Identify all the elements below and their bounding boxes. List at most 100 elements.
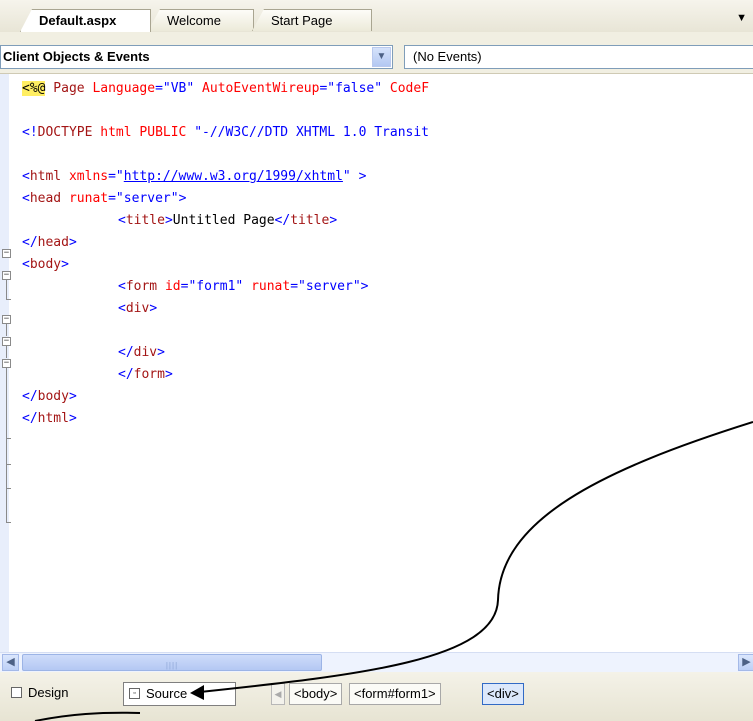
outline-tick: [6, 488, 11, 489]
scroll-right-icon[interactable]: ▶: [738, 654, 753, 671]
token: >: [149, 301, 158, 316]
xmlns-link[interactable]: http://www.w3.org/1999/xhtml: [124, 169, 343, 184]
token: head: [29, 191, 62, 206]
token: ="server": [290, 279, 361, 294]
token: >: [178, 191, 187, 206]
token: <: [22, 257, 30, 272]
breadcrumb-label: <div>: [487, 686, 519, 701]
breadcrumb-label: <form#form1>: [354, 686, 436, 701]
code-line: <%@ Page Language="VB" AutoEventWireup="…: [22, 79, 429, 99]
token: DOCTYPE: [37, 125, 93, 140]
token: </: [22, 235, 38, 250]
client-objects-value: Client Objects & Events: [3, 49, 150, 64]
code-line: <head runat="server">: [22, 189, 186, 209]
code-line: <html xmlns="http://www.w3.org/1999/xhtm…: [22, 167, 366, 187]
scrollbar-thumb[interactable]: ||||: [22, 654, 322, 671]
token: form: [133, 367, 165, 382]
view-bar: Design ▫ Source ◀ <body> <form#form1> <d…: [0, 672, 753, 721]
dropdown-arrow-icon[interactable]: ▼: [372, 47, 391, 67]
design-view-icon: [11, 687, 22, 698]
token: <: [22, 169, 30, 184]
source-label: Source: [146, 686, 188, 701]
token: >: [61, 257, 69, 272]
horizontal-scrollbar[interactable]: ◀ |||| ▶: [0, 652, 753, 672]
fold-collapse-icon[interactable]: −: [2, 315, 11, 324]
token: <!: [22, 125, 38, 140]
token: </: [118, 345, 134, 360]
token: >: [164, 213, 173, 228]
tab-label: Start Page: [271, 13, 333, 28]
navigation-bar: Client Objects & Events ▼ (No Events): [0, 32, 753, 74]
token: >: [68, 389, 77, 404]
tab-welcome[interactable]: Welcome: [148, 9, 254, 31]
breadcrumb-div[interactable]: <div>: [482, 683, 524, 705]
fold-collapse-icon[interactable]: −: [2, 249, 11, 258]
token: <: [118, 301, 126, 316]
token: ="VB": [155, 81, 195, 96]
breadcrumb-form[interactable]: <form#form1>: [349, 683, 441, 705]
source-editor[interactable]: − − − − − <%@ Page Language="VB" AutoEve…: [0, 74, 753, 652]
token: >: [350, 169, 367, 184]
token: >: [360, 279, 369, 294]
token: </: [274, 213, 291, 228]
fold-collapse-icon[interactable]: −: [2, 359, 11, 368]
events-dropdown[interactable]: (No Events): [404, 45, 753, 69]
token: title: [290, 213, 330, 228]
design-view-button[interactable]: Design: [6, 682, 88, 706]
code-line: </head>: [22, 233, 77, 253]
code-line: <!DOCTYPE html PUBLIC "-//W3C//DTD XHTML…: [22, 123, 429, 143]
token: =": [108, 169, 124, 184]
breadcrumb-body[interactable]: <body>: [289, 683, 343, 705]
token: runat: [61, 191, 109, 206]
fold-collapse-icon[interactable]: −: [2, 271, 11, 280]
token: </: [118, 367, 134, 382]
token: ="server": [108, 191, 179, 206]
code-line: </form>: [118, 365, 173, 385]
outline-line: [6, 280, 7, 300]
tab-label: Welcome: [167, 13, 221, 28]
outline-tick: [6, 299, 11, 300]
tab-default-aspx[interactable]: Default.aspx: [20, 9, 151, 32]
token: body: [37, 389, 69, 404]
token: <: [118, 213, 126, 228]
client-objects-dropdown[interactable]: Client Objects & Events ▼: [0, 45, 393, 69]
token: html: [29, 169, 62, 184]
fold-collapse-icon[interactable]: −: [2, 337, 11, 346]
token: CodeF: [382, 81, 430, 96]
breadcrumb-scroll-left-icon[interactable]: ◀: [271, 683, 285, 705]
token: "-//W3C//DTD XHTML 1.0 Transit: [194, 125, 430, 140]
token: AutoEventWireup: [194, 81, 320, 96]
tab-label: Default.aspx: [39, 13, 117, 28]
token: body: [29, 257, 62, 272]
token: </: [22, 411, 38, 426]
token: div: [125, 301, 150, 316]
scroll-left-icon[interactable]: ◀: [2, 654, 19, 671]
code-line: <form id="form1" runat="server">: [118, 277, 369, 297]
design-label: Design: [28, 685, 69, 700]
tab-start-page[interactable]: Start Page: [252, 9, 372, 31]
token: >: [164, 367, 173, 382]
events-value: (No Events): [413, 49, 482, 64]
token: <: [22, 191, 30, 206]
token: html PUBLIC: [92, 125, 195, 140]
code-line: </body>: [22, 387, 77, 407]
token: >: [157, 345, 165, 360]
token: xmlns: [61, 169, 109, 184]
token: Untitled Page: [172, 213, 275, 228]
outline-tick: [6, 464, 11, 465]
outline-line: [6, 324, 7, 336]
breadcrumb-label: <body>: [294, 686, 338, 701]
tab-list-arrow-icon[interactable]: ▼: [736, 12, 747, 24]
outline-tick: [6, 522, 11, 523]
code-line: </div>: [118, 343, 165, 363]
token: form: [125, 279, 158, 294]
token: ": [342, 169, 351, 184]
grip-icon: ||||: [165, 661, 179, 670]
token: Page: [45, 81, 93, 96]
token: Language: [92, 81, 156, 96]
source-view-button[interactable]: ▫ Source: [123, 682, 236, 706]
token: ="false": [319, 81, 383, 96]
token: ="form1": [180, 279, 244, 294]
outline-line: [6, 368, 7, 523]
outline-tick: [6, 438, 11, 439]
